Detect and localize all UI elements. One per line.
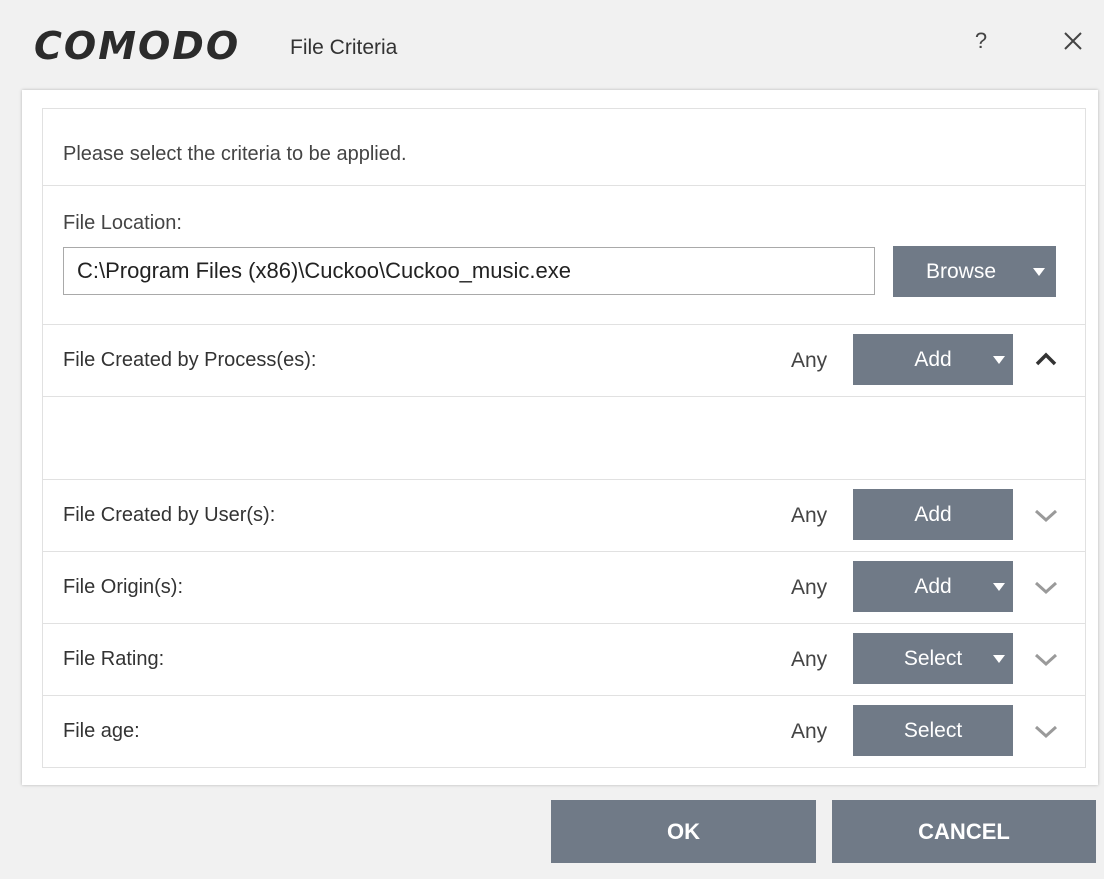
chevron-down-icon[interactable] [1031, 572, 1061, 602]
file-location-label: File Location: [63, 212, 182, 234]
section-label: File Origin(s): [63, 576, 184, 598]
caret-down-icon [993, 582, 1005, 591]
intro-row: Please select the criteria to be applied… [43, 109, 1085, 186]
criteria-list: Please select the criteria to be applied… [42, 108, 1086, 768]
section-value: Any [791, 648, 828, 671]
browse-button[interactable]: Browse [893, 246, 1056, 297]
chevron-up-icon[interactable] [1031, 345, 1061, 375]
select-age-button[interactable]: Select [853, 705, 1013, 756]
section-label: File Created by Process(es): [63, 349, 317, 371]
file-location-input[interactable]: C:\Program Files (x86)\Cuckoo\Cuckoo_mus… [63, 247, 875, 295]
chevron-down-icon[interactable] [1031, 500, 1061, 530]
add-user-button[interactable]: Add [853, 489, 1013, 540]
section-value: Any [791, 576, 828, 599]
add-origin-button[interactable]: Add [853, 561, 1013, 612]
dialog-title: File Criteria [290, 36, 398, 59]
browse-button-label: Browse [925, 259, 997, 283]
close-button[interactable] [1056, 24, 1090, 58]
section-file-age: File age: Any Select [43, 696, 1085, 767]
comodo-logo: COMODO [34, 24, 241, 68]
section-label: File Rating: [63, 648, 165, 670]
add-button-label: Add [914, 502, 952, 526]
caret-down-icon [993, 654, 1005, 663]
title-bar: COMODO File Criteria ? [0, 0, 1104, 90]
chevron-down-icon[interactable] [1031, 644, 1061, 674]
ok-button[interactable]: OK [551, 800, 816, 863]
section-value: Any [791, 504, 828, 527]
section-label: File age: [63, 720, 140, 742]
intro-text: Please select the criteria to be applied… [63, 143, 407, 165]
file-location-row: File Location: C:\Program Files (x86)\Cu… [43, 186, 1085, 325]
caret-down-icon [1033, 267, 1045, 276]
select-button-label: Select [903, 718, 963, 742]
add-process-button[interactable]: Add [853, 334, 1013, 385]
section-value: Any [791, 720, 828, 743]
cancel-button[interactable]: CANCEL [832, 800, 1096, 863]
add-button-label: Add [914, 574, 952, 598]
process-list-empty [43, 397, 1085, 480]
section-created-by-process: File Created by Process(es): Any Add [43, 325, 1085, 397]
close-icon [1064, 32, 1082, 50]
criteria-panel: Please select the criteria to be applied… [22, 90, 1098, 785]
help-button[interactable]: ? [968, 26, 994, 56]
section-file-origin: File Origin(s): Any Add [43, 552, 1085, 624]
add-button-label: Add [914, 347, 952, 371]
section-label: File Created by User(s): [63, 504, 276, 526]
select-button-label: Select [903, 646, 963, 670]
select-rating-button[interactable]: Select [853, 633, 1013, 684]
section-value: Any [791, 349, 828, 372]
section-created-by-user: File Created by User(s): Any Add [43, 480, 1085, 552]
chevron-down-icon[interactable] [1031, 716, 1061, 746]
caret-down-icon [993, 355, 1005, 364]
section-file-rating: File Rating: Any Select [43, 624, 1085, 696]
